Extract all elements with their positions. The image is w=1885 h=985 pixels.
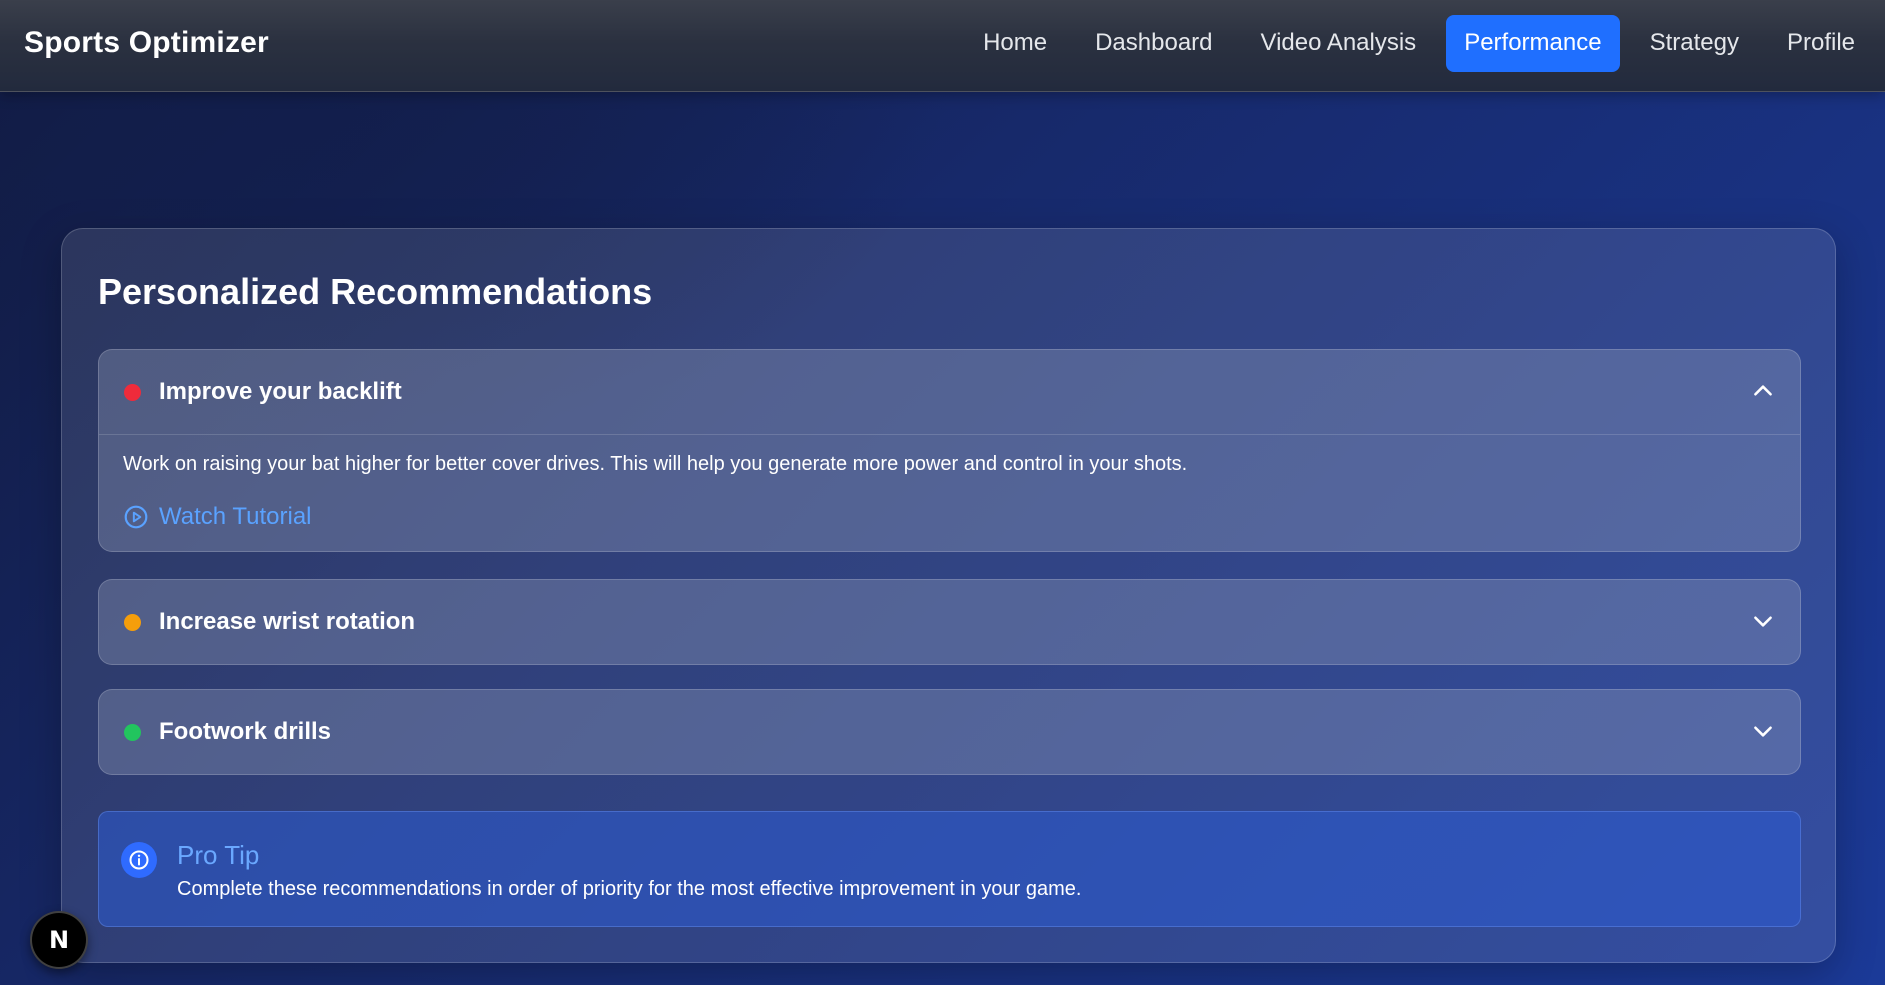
main-nav: Home Dashboard Video Analysis Performanc… [965,15,1873,72]
play-circle-icon [124,505,148,529]
nav-item-dashboard[interactable]: Dashboard [1077,15,1230,72]
app-brand[interactable]: Sports Optimizer [24,26,269,60]
recommendation-title: Increase wrist rotation [159,608,416,635]
nav-item-strategy[interactable]: Strategy [1632,15,1757,72]
watch-tutorial-label: Watch Tutorial [159,503,312,530]
nav-item-performance[interactable]: Performance [1446,15,1620,72]
recommendations-card: Personalized Recommendations Improve you… [61,228,1836,963]
recommendation-header-footwork[interactable]: Footwork drills [99,690,1800,774]
priority-dot-medium [124,614,141,631]
recommendation-header-backlift[interactable]: Improve your backlift [99,350,1800,435]
chevron-up-icon[interactable] [1750,378,1776,404]
recommendation-description: Work on raising your bat higher for bett… [123,453,1188,475]
recommendation-item-footwork: Footwork drills [98,689,1801,775]
chevron-down-icon[interactable] [1750,608,1776,634]
page-title: Personalized Recommendations [98,271,653,312]
info-icon [121,842,157,878]
nav-item-home[interactable]: Home [965,15,1065,72]
priority-dot-high [124,384,141,401]
recommendation-header-wrist-rotation[interactable]: Increase wrist rotation [99,580,1800,664]
priority-dot-low [124,724,141,741]
recommendation-item-wrist-rotation: Increase wrist rotation [98,579,1801,665]
pro-tip-box: Pro Tip Complete these recommendations i… [98,811,1801,927]
recommendation-body-backlift: Work on raising your bat higher for bett… [99,435,1800,551]
recommendation-title: Footwork drills [159,718,332,745]
floating-n-badge-button[interactable]: N [30,911,88,969]
nav-item-profile[interactable]: Profile [1769,15,1873,72]
recommendation-title: Improve your backlift [159,378,402,405]
chevron-down-icon[interactable] [1750,718,1776,744]
n-badge-letter: N [48,926,70,954]
recommendation-item-backlift: Improve your backlift Work on raising yo… [98,349,1801,552]
pro-tip-text: Complete these recommendations in order … [177,878,1082,900]
top-navigation-bar: Sports Optimizer Home Dashboard Video An… [0,0,1885,92]
watch-tutorial-link[interactable]: Watch Tutorial [123,503,312,531]
pro-tip-title: Pro Tip [177,840,260,870]
nav-item-video-analysis[interactable]: Video Analysis [1243,15,1435,72]
